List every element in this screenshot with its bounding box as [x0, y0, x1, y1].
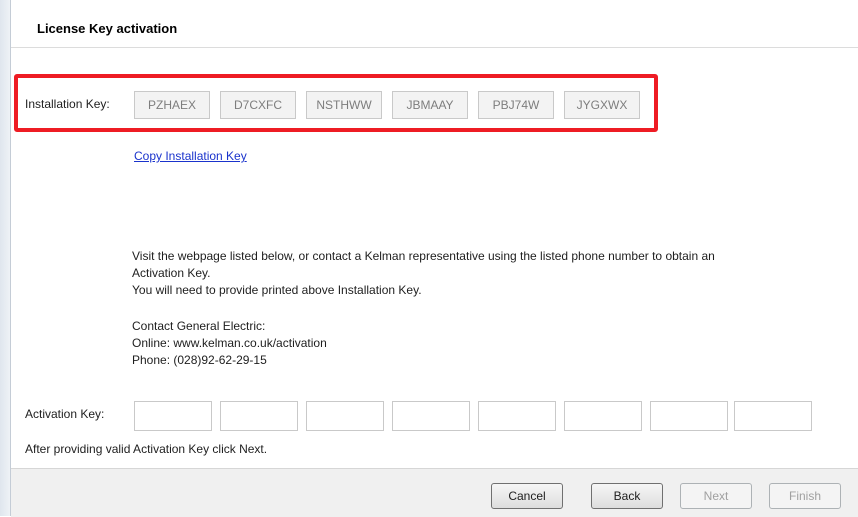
wizard-header: License Key activation [11, 0, 858, 48]
info-line-1: Visit the webpage listed below, or conta… [132, 249, 715, 263]
activation-hint: After providing valid Activation Key cli… [25, 442, 268, 456]
activation-key-input-4[interactable] [392, 401, 470, 431]
window-left-edge [0, 0, 11, 516]
activation-key-input-7[interactable] [650, 401, 728, 431]
activation-key-input-5[interactable] [478, 401, 556, 431]
contact-online: Online: www.kelman.co.uk/activation [132, 336, 327, 350]
cancel-button[interactable]: Cancel [491, 483, 563, 509]
copy-installation-key-link[interactable]: Copy Installation Key [134, 149, 247, 163]
page-title: License Key activation [37, 21, 178, 36]
contact-title: Contact General Electric: [132, 319, 266, 333]
activation-key-input-1[interactable] [134, 401, 212, 431]
activation-key-input-6[interactable] [564, 401, 642, 431]
next-button[interactable]: Next [680, 483, 752, 509]
activation-key-input-8[interactable] [734, 401, 812, 431]
finish-button[interactable]: Finish [769, 483, 841, 509]
installation-key-highlight [14, 74, 658, 132]
info-line-3: You will need to provide printed above I… [132, 283, 422, 297]
activation-key-label: Activation Key: [25, 407, 105, 421]
contact-phone: Phone: (028)92-62-29-15 [132, 353, 267, 367]
back-button[interactable]: Back [591, 483, 663, 509]
info-line-2: Activation Key. [132, 266, 211, 280]
activation-key-input-2[interactable] [220, 401, 298, 431]
activation-key-input-3[interactable] [306, 401, 384, 431]
